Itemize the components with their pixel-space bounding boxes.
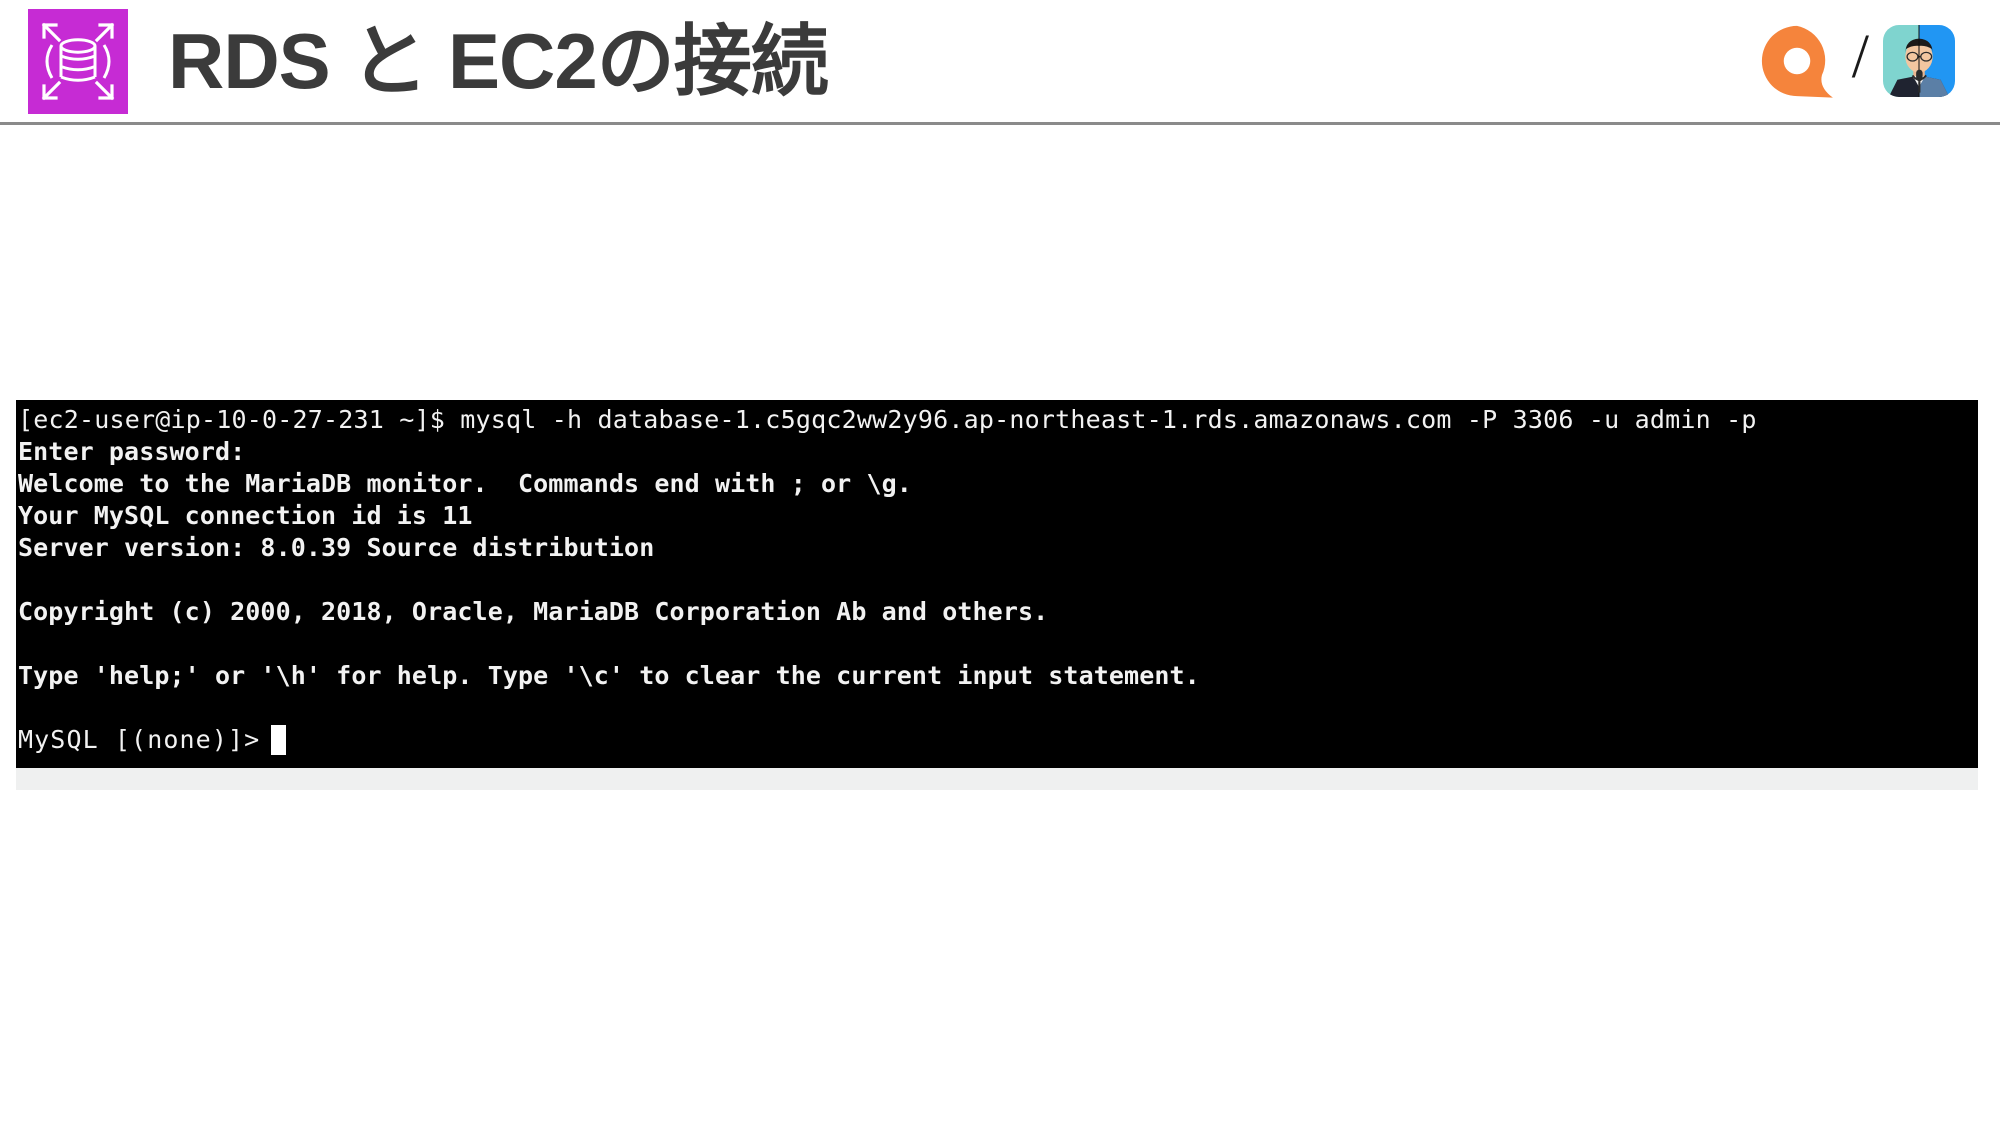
terminal-line: Welcome to the MariaDB monitor. Commands… bbox=[18, 469, 912, 498]
terminal-line: Type 'help;' or '\h' for help. Type '\c'… bbox=[18, 661, 1200, 690]
header-separator: / bbox=[1851, 23, 1869, 91]
terminal-line: MySQL [(none)]> bbox=[16, 724, 1978, 756]
page-title: RDS と EC2の接続 bbox=[168, 17, 829, 105]
user-avatar[interactable] bbox=[1883, 25, 1955, 97]
terminal-underbar bbox=[16, 768, 1978, 790]
aws-rds-icon bbox=[28, 8, 128, 114]
terminal-prompt-text: MySQL [(none)]> bbox=[18, 725, 261, 754]
orange-pin-logo-icon bbox=[1758, 22, 1836, 100]
terminal-line: Enter password: bbox=[18, 437, 246, 466]
terminal-cursor bbox=[271, 725, 287, 755]
slide-header: RDS と EC2の接続 / bbox=[0, 0, 2000, 125]
terminal-line: Your MySQL connection id is 11 bbox=[18, 501, 473, 530]
terminal-line: [ec2-user@ip-10-0-27-231 ~]$ mysql -h da… bbox=[18, 405, 1757, 434]
header-brand-group: / bbox=[1758, 22, 1955, 100]
terminal-window[interactable]: [ec2-user@ip-10-0-27-231 ~]$ mysql -h da… bbox=[16, 400, 1978, 768]
slide-body: [ec2-user@ip-10-0-27-231 ~]$ mysql -h da… bbox=[0, 125, 2000, 1125]
terminal-line: Copyright (c) 2000, 2018, Oracle, MariaD… bbox=[18, 597, 1049, 626]
terminal-line: Server version: 8.0.39 Source distributi… bbox=[18, 533, 655, 562]
